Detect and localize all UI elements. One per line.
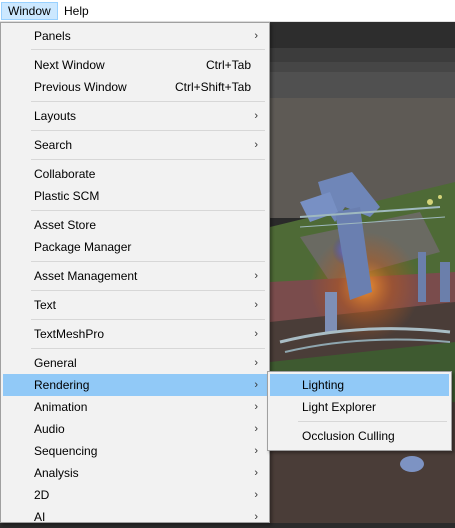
submenu-arrow-icon: ›	[254, 445, 258, 457]
menu-item-asset-store[interactable]: Asset Store	[3, 214, 267, 236]
menu-item-label: Text	[34, 298, 57, 312]
menu-item-label: 2D	[34, 488, 50, 502]
menu-item-general[interactable]: General ›	[3, 352, 267, 374]
menu-help[interactable]: Help	[58, 2, 95, 20]
submenu-arrow-icon: ›	[254, 423, 258, 435]
separator	[31, 319, 265, 320]
submenu-arrow-icon: ›	[254, 467, 258, 479]
menu-item-label: Sequencing	[34, 444, 98, 458]
menu-item-label: AI	[34, 510, 46, 524]
menu-item-ai[interactable]: AI ›	[3, 506, 267, 528]
menu-item-panels[interactable]: Panels ›	[3, 25, 267, 47]
menu-item-rendering[interactable]: Rendering ›	[3, 374, 267, 396]
menu-item-label: General	[34, 356, 77, 370]
menu-item-plastic-scm[interactable]: Plastic SCM	[3, 185, 267, 207]
menu-item-package-manager[interactable]: Package Manager	[3, 236, 267, 258]
separator	[298, 421, 447, 422]
menu-item-next-window[interactable]: Next Window Ctrl+Tab	[3, 54, 267, 76]
menu-item-label: Next Window	[34, 58, 105, 72]
menu-item-text[interactable]: Text ›	[3, 294, 267, 316]
menu-item-label: Light Explorer	[302, 400, 377, 414]
menu-item-label: Asset Store	[34, 218, 97, 232]
submenu-arrow-icon: ›	[254, 401, 258, 413]
menu-item-label: Lighting	[302, 378, 345, 392]
menu-item-animation[interactable]: Animation ›	[3, 396, 267, 418]
menu-item-2d[interactable]: 2D ›	[3, 484, 267, 506]
submenu-arrow-icon: ›	[254, 110, 258, 122]
menu-window[interactable]: Window	[1, 2, 58, 20]
separator	[31, 101, 265, 102]
menu-item-audio[interactable]: Audio ›	[3, 418, 267, 440]
separator	[31, 261, 265, 262]
menu-item-label: Previous Window	[34, 80, 127, 94]
submenu-arrow-icon: ›	[254, 328, 258, 340]
menu-item-label: Audio	[34, 422, 65, 436]
submenu-arrow-icon: ›	[254, 357, 258, 369]
menu-item-search[interactable]: Search ›	[3, 134, 267, 156]
menu-item-label: Search	[34, 138, 73, 152]
separator	[31, 210, 265, 211]
menu-item-label: Package Manager	[34, 240, 132, 254]
submenu-arrow-icon: ›	[254, 30, 258, 42]
menu-item-light-explorer[interactable]: Light Explorer	[270, 396, 449, 418]
menu-item-collaborate[interactable]: Collaborate	[3, 163, 267, 185]
menu-item-label: Animation	[34, 400, 88, 414]
menu-item-sequencing[interactable]: Sequencing ›	[3, 440, 267, 462]
separator	[31, 49, 265, 50]
menu-item-label: Plastic SCM	[34, 189, 100, 203]
submenu-arrow-icon: ›	[254, 139, 258, 151]
window-menu: Panels › Next Window Ctrl+Tab Previous W…	[0, 22, 270, 524]
menu-item-label: Analysis	[34, 466, 79, 480]
shortcut-text: Ctrl+Tab	[205, 58, 251, 72]
menu-item-label: TextMeshPro	[34, 327, 105, 341]
menu-item-analysis[interactable]: Analysis ›	[3, 462, 267, 484]
separator	[31, 348, 265, 349]
submenu-arrow-icon: ›	[254, 270, 258, 282]
menu-item-lighting[interactable]: Lighting	[270, 374, 449, 396]
submenu-arrow-icon: ›	[254, 299, 258, 311]
shortcut-text: Ctrl+Shift+Tab	[174, 80, 251, 94]
menu-item-textmeshpro[interactable]: TextMeshPro ›	[3, 323, 267, 345]
menu-item-label: Occlusion Culling	[302, 429, 395, 443]
separator	[31, 130, 265, 131]
menu-item-label: Rendering	[34, 378, 90, 392]
menu-item-asset-management[interactable]: Asset Management ›	[3, 265, 267, 287]
menu-bar: Window Help	[0, 0, 455, 22]
menu-item-label: Asset Management	[34, 269, 138, 283]
menu-item-previous-window[interactable]: Previous Window Ctrl+Shift+Tab	[3, 76, 267, 98]
submenu-arrow-icon: ›	[254, 379, 258, 391]
menu-item-occlusion-culling[interactable]: Occlusion Culling	[270, 425, 449, 447]
rendering-submenu: Lighting Light Explorer Occlusion Cullin…	[267, 371, 452, 451]
menu-item-label: Layouts	[34, 109, 77, 123]
submenu-arrow-icon: ›	[254, 489, 258, 501]
separator	[31, 290, 265, 291]
menu-item-label: Collaborate	[34, 167, 96, 181]
menu-item-layouts[interactable]: Layouts ›	[3, 105, 267, 127]
submenu-arrow-icon: ›	[254, 511, 258, 523]
menu-item-label: Panels	[34, 29, 71, 43]
separator	[31, 159, 265, 160]
